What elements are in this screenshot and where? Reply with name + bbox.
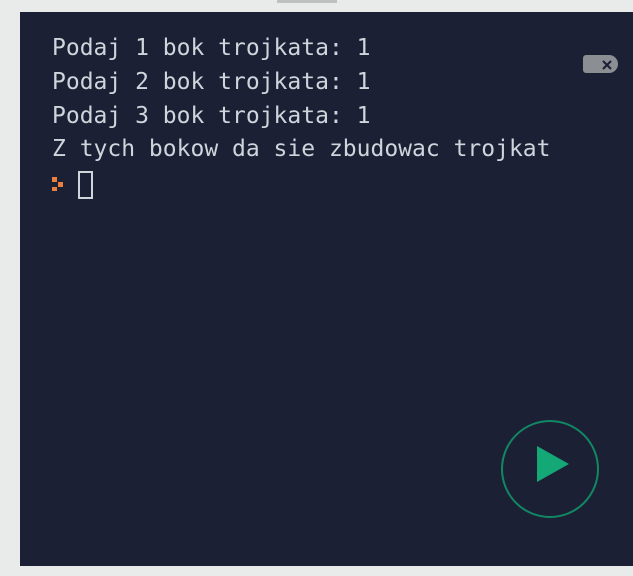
terminal-line: Podaj 3 bok trojkata: 1 bbox=[52, 100, 615, 134]
terminal-panel: Podaj 1 bok trojkata: 1 Podaj 2 bok troj… bbox=[20, 12, 633, 566]
play-icon bbox=[531, 446, 569, 493]
prompt-row[interactable] bbox=[52, 169, 615, 199]
close-icon bbox=[602, 47, 612, 81]
left-gutter bbox=[0, 12, 20, 566]
terminal-line: Z tych bokow da sie zbudowac trojkat bbox=[52, 133, 615, 167]
prompt-icon bbox=[52, 177, 64, 191]
top-bar bbox=[0, 0, 633, 12]
terminal-line: Podaj 1 bok trojkata: 1 bbox=[52, 32, 615, 66]
close-panel-button[interactable] bbox=[583, 55, 618, 73]
terminal-line: Podaj 2 bok trojkata: 1 bbox=[52, 66, 615, 100]
terminal-cursor bbox=[78, 171, 93, 199]
top-divider bbox=[277, 0, 337, 3]
run-button[interactable] bbox=[501, 420, 599, 518]
